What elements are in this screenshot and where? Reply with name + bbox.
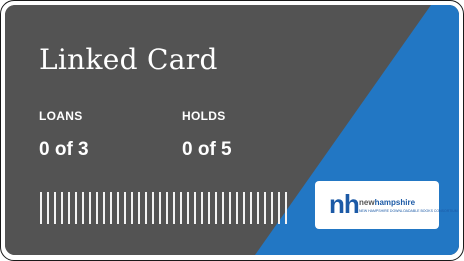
barcode-stripe [173,192,175,224]
barcode-stripe [47,192,49,224]
barcode-stripe [222,192,224,224]
barcode-stripe [138,192,140,224]
barcode-stripe [166,192,168,224]
barcode-stripe [271,192,273,224]
barcode-stripe [264,192,266,224]
logo-wordmark: newhampshire [359,198,416,207]
barcode-stripe [229,192,231,224]
barcode-stripe [152,192,154,224]
barcode-stripe [61,192,63,224]
barcode-stripe [208,192,210,224]
holds-value: 0 of 5 [182,139,232,160]
barcode-stripe [187,192,189,224]
barcode-stripe [96,192,98,224]
card-title: Linked Card [39,43,218,76]
barcode-stripe [159,192,161,224]
barcode-stripe [117,192,119,224]
barcode-stripe [194,192,196,224]
loans-value: 0 of 3 [39,139,89,160]
barcode-stripe [68,192,70,224]
barcode-stripe [131,192,133,224]
loans-label: LOANS [39,109,83,123]
barcode-stripe [103,192,105,224]
barcode-stripe [54,192,56,224]
barcode-stripe [236,192,238,224]
barcode-icon [40,192,287,224]
barcode-stripe [89,192,91,224]
nh-library-logo: nh newhampshire NEW HAMPSHIRE DOWNLOADAB… [315,181,458,229]
barcode-stripe [250,192,252,224]
barcode-stripe [215,192,217,224]
barcode-stripe [75,192,77,224]
barcode-stripe [145,192,147,224]
barcode-stripe [278,192,280,224]
logo-tagline: NEW HAMPSHIRE DOWNLOADABLE BOOKS CONSORT… [359,209,458,213]
barcode-stripe [124,192,126,224]
barcode-stripe [110,192,112,224]
barcode-stripe [257,192,259,224]
logo-mark: nh [329,189,360,219]
barcode-stripe [243,192,245,224]
barcode-stripe [180,192,182,224]
barcode-stripe [82,192,84,224]
linked-card[interactable]: Linked Card LOANS 0 of 3 HOLDS 0 of 5 nh… [5,5,459,255]
barcode-stripe [201,192,203,224]
barcode-stripe [40,192,42,224]
holds-label: HOLDS [182,109,226,123]
barcode-stripe [285,192,287,224]
